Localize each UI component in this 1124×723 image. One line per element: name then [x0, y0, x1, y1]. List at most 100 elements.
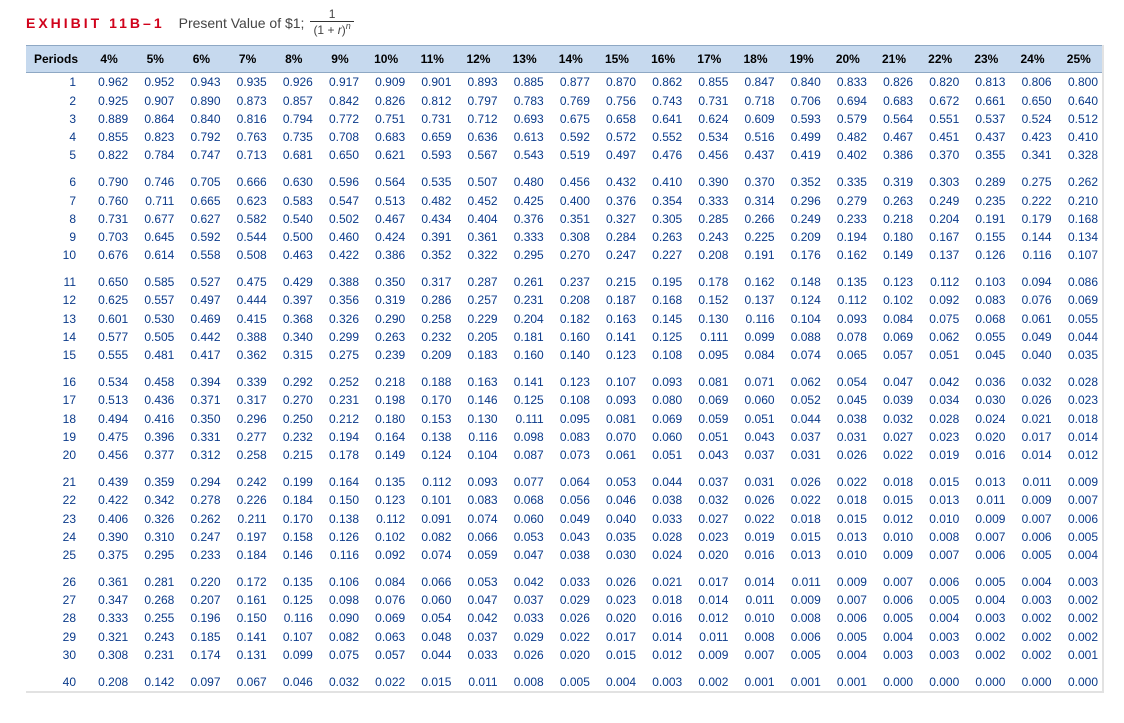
value-cell: 0.022: [825, 464, 871, 491]
value-cell: 0.579: [825, 110, 871, 128]
value-cell: 0.772: [317, 110, 363, 128]
value-cell: 0.335: [825, 164, 871, 191]
value-cell: 0.049: [1009, 328, 1055, 346]
value-cell: 0.054: [409, 609, 455, 627]
value-cell: 0.593: [409, 146, 455, 164]
value-cell: 0.601: [86, 310, 132, 328]
value-cell: 0.862: [640, 73, 686, 92]
value-cell: 0.885: [502, 73, 548, 92]
value-cell: 0.371: [178, 391, 224, 409]
value-cell: 0.209: [779, 228, 825, 246]
value-cell: 0.045: [825, 391, 871, 409]
value-cell: 0.103: [963, 264, 1009, 291]
value-cell: 0.747: [178, 146, 224, 164]
period-cell: 28: [26, 609, 86, 627]
value-cell: 0.456: [86, 446, 132, 464]
period-cell: 25: [26, 546, 86, 564]
value-cell: 0.425: [502, 192, 548, 210]
value-cell: 0.008: [732, 628, 778, 646]
value-cell: 0.008: [502, 664, 548, 691]
value-cell: 0.002: [963, 646, 1009, 664]
value-cell: 0.035: [594, 528, 640, 546]
value-cell: 0.650: [317, 146, 363, 164]
period-cell: 29: [26, 628, 86, 646]
value-cell: 0.943: [178, 73, 224, 92]
value-cell: 0.095: [686, 346, 732, 364]
value-cell: 0.015: [779, 528, 825, 546]
value-cell: 0.210: [1056, 192, 1102, 210]
value-cell: 0.007: [963, 528, 1009, 546]
value-cell: 0.059: [455, 546, 501, 564]
value-cell: 0.205: [455, 328, 501, 346]
value-cell: 0.003: [917, 646, 963, 664]
value-cell: 0.095: [548, 410, 594, 428]
value-cell: 0.226: [225, 491, 271, 509]
period-cell: 21: [26, 464, 86, 491]
value-cell: 0.001: [825, 664, 871, 691]
value-cell: 0.231: [317, 391, 363, 409]
value-cell: 0.530: [132, 310, 178, 328]
value-cell: 0.235: [963, 192, 1009, 210]
value-cell: 0.558: [178, 246, 224, 264]
table-row: 400.2080.1420.0970.0670.0460.0320.0220.0…: [26, 664, 1102, 691]
value-cell: 0.005: [825, 628, 871, 646]
value-cell: 0.064: [548, 464, 594, 491]
value-cell: 0.676: [86, 246, 132, 264]
value-cell: 0.500: [271, 228, 317, 246]
value-cell: 0.014: [1009, 446, 1055, 464]
value-cell: 0.683: [363, 128, 409, 146]
value-cell: 0.437: [963, 128, 1009, 146]
value-cell: 0.125: [502, 391, 548, 409]
value-cell: 0.162: [732, 264, 778, 291]
value-cell: 0.002: [1056, 609, 1102, 627]
value-cell: 0.002: [963, 628, 1009, 646]
value-cell: 0.400: [548, 192, 594, 210]
value-cell: 0.012: [871, 510, 917, 528]
value-cell: 0.077: [502, 464, 548, 491]
value-cell: 0.027: [871, 428, 917, 446]
value-cell: 0.296: [779, 192, 825, 210]
value-cell: 0.207: [178, 591, 224, 609]
value-cell: 0.195: [640, 264, 686, 291]
value-cell: 0.111: [686, 328, 732, 346]
period-cell: 15: [26, 346, 86, 364]
value-cell: 0.609: [732, 110, 778, 128]
col-rate: 14%: [548, 46, 594, 73]
value-cell: 0.116: [271, 609, 317, 627]
value-cell: 0.044: [409, 646, 455, 664]
value-cell: 0.059: [686, 410, 732, 428]
value-cell: 0.178: [317, 446, 363, 464]
value-cell: 0.467: [871, 128, 917, 146]
value-cell: 0.390: [86, 528, 132, 546]
value-cell: 0.402: [825, 146, 871, 164]
value-cell: 0.351: [548, 210, 594, 228]
value-cell: 0.170: [271, 510, 317, 528]
value-cell: 0.314: [732, 192, 778, 210]
value-cell: 0.199: [271, 464, 317, 491]
value-cell: 0.051: [732, 410, 778, 428]
value-cell: 0.068: [963, 310, 1009, 328]
table-row: 150.5550.4810.4170.3620.3150.2750.2390.2…: [26, 346, 1102, 364]
value-cell: 0.130: [686, 310, 732, 328]
value-cell: 0.106: [317, 564, 363, 591]
value-cell: 0.232: [409, 328, 455, 346]
value-cell: 0.222: [1009, 192, 1055, 210]
value-cell: 0.019: [732, 528, 778, 546]
period-cell: 6: [26, 164, 86, 191]
value-cell: 0.162: [825, 246, 871, 264]
value-cell: 0.044: [1056, 328, 1102, 346]
value-cell: 0.672: [917, 92, 963, 110]
period-cell: 7: [26, 192, 86, 210]
value-cell: 0.317: [409, 264, 455, 291]
value-cell: 0.009: [779, 591, 825, 609]
value-cell: 0.299: [317, 328, 363, 346]
value-cell: 0.812: [409, 92, 455, 110]
value-cell: 0.022: [363, 664, 409, 691]
value-cell: 0.004: [825, 646, 871, 664]
value-cell: 0.161: [225, 591, 271, 609]
value-cell: 0.350: [363, 264, 409, 291]
value-cell: 0.279: [825, 192, 871, 210]
value-cell: 0.141: [225, 628, 271, 646]
value-cell: 0.014: [640, 628, 686, 646]
value-cell: 0.026: [732, 491, 778, 509]
